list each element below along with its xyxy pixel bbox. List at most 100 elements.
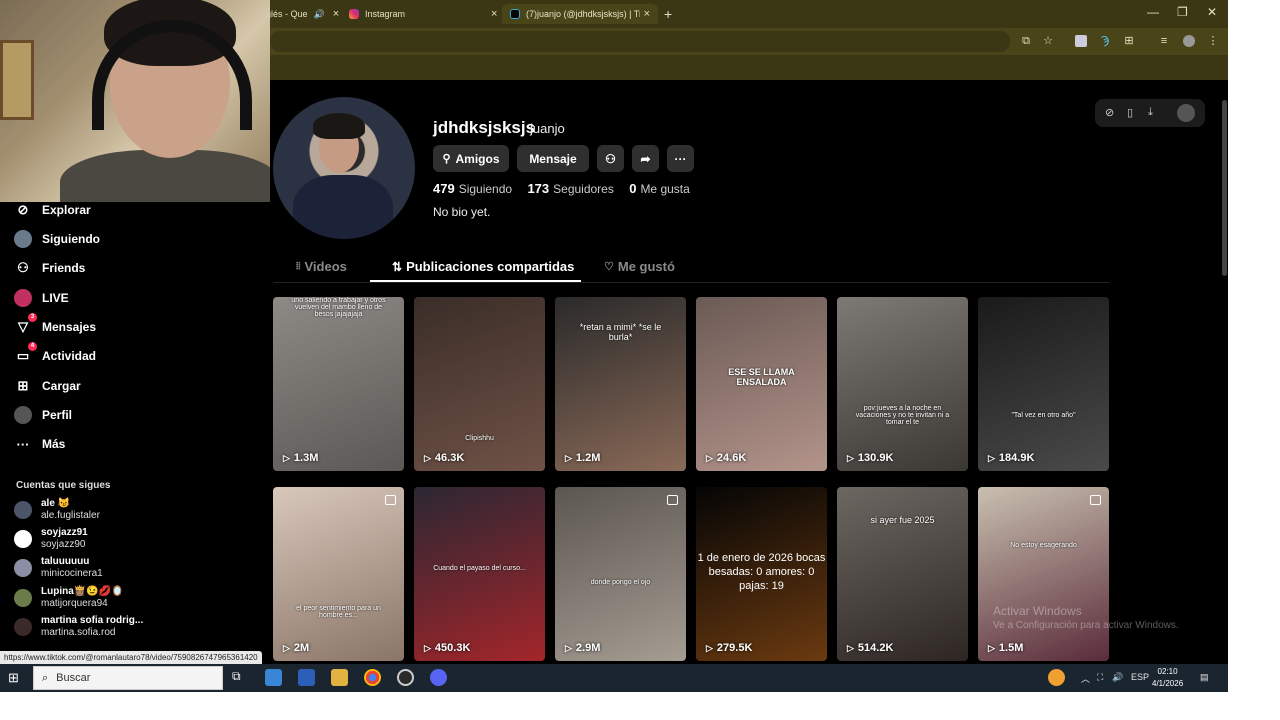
sidebar-item-actividad[interactable]: ▭ 4 Actividad (14, 342, 96, 367)
language-indicator[interactable]: ESP (1131, 672, 1149, 682)
tab-label: Instagram (365, 9, 406, 19)
sidebar-item-perfil[interactable]: Perfil (14, 404, 72, 426)
tray-app-icon[interactable]: ⛶ (1097, 672, 1103, 683)
avatar[interactable] (1177, 104, 1195, 122)
video-caption: *retan a mimi* *se le burla* (579, 322, 662, 342)
repost-icon: ⇅ (392, 259, 403, 274)
puzzle-icon[interactable]: ⊞ (1123, 35, 1135, 47)
followed-account[interactable]: Lupina👸🏽😉💋🪞 matijorquera94 (14, 585, 124, 611)
share-icon[interactable]: ➦ (632, 145, 659, 172)
video-card[interactable]: uno saliendo a trabajar y otros vuelven … (273, 297, 404, 471)
tab-tiktok[interactable]: (7)juanjo (@jdhdksjsksjs) | TikTo × (502, 4, 658, 24)
download-icon[interactable]: ⤓ (1148, 106, 1153, 119)
sidebar-item-label: LIVE (42, 291, 69, 305)
video-card[interactable]: Cuando el payaso del curso... ▷ 450.3K (414, 487, 545, 661)
new-tab-button[interactable]: + (664, 4, 672, 24)
tab-instagram[interactable]: Instagram × (349, 4, 499, 24)
view-count-value: 1.2M (575, 452, 601, 464)
avatar-body-shape (293, 175, 393, 239)
compass-icon[interactable]: ⊘ (1105, 106, 1114, 119)
minimize-icon[interactable]: — (1147, 5, 1159, 19)
file-explorer-icon[interactable] (331, 669, 348, 686)
windows-start-icon[interactable]: ⊞ (8, 670, 19, 686)
extension-icon[interactable]: Ϡ (1099, 35, 1111, 47)
followed-account[interactable]: taluuuuuu minicocinera1 (14, 555, 103, 581)
address-bar[interactable] (270, 31, 1010, 52)
star-icon[interactable]: ☆ (1042, 35, 1054, 47)
stat-followers[interactable]: 173 Seguidores (527, 181, 613, 196)
phone-icon[interactable]: ▯ (1127, 106, 1133, 119)
view-count: ▷ 130.9K (847, 452, 893, 464)
sidebar-item-live[interactable]: LIVE (14, 287, 69, 309)
video-card[interactable]: Clipishhu ▷ 46.3K (414, 297, 545, 471)
close-icon[interactable]: × (491, 8, 497, 20)
followed-account[interactable]: soyjazz91 soyjazz90 (14, 526, 88, 552)
chrome-icon[interactable] (364, 669, 381, 686)
stat-value: 173 (527, 181, 550, 196)
profile-avatar[interactable] (273, 97, 415, 239)
app-icon[interactable] (397, 669, 414, 686)
notifications-icon[interactable]: ▤ (1200, 672, 1209, 683)
sidebar-item-friends[interactable]: ⚇ Friends (14, 257, 85, 279)
message-button[interactable]: Mensaje (517, 145, 589, 172)
close-window-icon[interactable]: ✕ (1207, 5, 1217, 19)
view-count: ▷ 450.3K (424, 642, 470, 654)
sidebar-item-explorar[interactable]: ⊘ Explorar (14, 199, 91, 221)
store-icon[interactable] (265, 669, 282, 686)
account-handle: ale.fuglistaler (41, 510, 100, 521)
sidebar-item-cargar[interactable]: ⊞ Cargar (14, 375, 81, 397)
menu-icon[interactable]: ⋮ (1207, 35, 1219, 47)
stat-following[interactable]: 479 Siguiendo (433, 181, 512, 196)
restore-icon[interactable]: ❐ (1177, 5, 1188, 19)
extension-icon[interactable] (1075, 35, 1087, 47)
profile-username: jdhdksjsksjs (433, 118, 536, 137)
tray-chevron-icon[interactable]: ︿ (1081, 672, 1090, 685)
sidebar-item-mas[interactable]: ··· Más (14, 433, 66, 455)
video-card[interactable]: 1 de enero de 2026 bocas besadas: 0 amor… (696, 487, 827, 661)
tab-reposts[interactable]: ⇅ Publicaciones compartidas (392, 259, 574, 274)
tab-videos[interactable]: ⦙⦙ Videos (296, 259, 347, 274)
scrollbar[interactable] (1222, 100, 1227, 276)
video-card[interactable]: *retan a mimi* *se le burla* ▷ 1.2M (555, 297, 686, 471)
sidebar-item-siguiendo[interactable]: Siguiendo (14, 228, 100, 250)
install-icon[interactable]: ⧉ (1020, 35, 1032, 47)
add-friend-icon[interactable]: ⚇ (597, 145, 624, 172)
taskbar-clock[interactable]: 02:10 4/1/2026 (1152, 666, 1183, 690)
media-icon[interactable]: ≡ (1158, 35, 1170, 47)
activate-windows-subtitle: Ve a Configuración para activar Windows. (993, 620, 1179, 631)
video-card[interactable]: donde pongo el ojo ▷ 2.9M (555, 487, 686, 661)
video-caption: uno saliendo a trabajar y otros vuelven … (291, 297, 386, 318)
play-icon: ▷ (988, 642, 995, 653)
play-icon: ▷ (706, 642, 713, 653)
clock-time: 02:10 (1157, 667, 1178, 676)
speaker-icon[interactable]: 🔊 (314, 9, 325, 20)
screen: glés - Que 🔊 × Instagram × (7)juanjo (@j… (0, 0, 1280, 720)
clock-date: 4/1/2026 (1152, 679, 1184, 688)
sidebar-item-label: Mensajes (42, 320, 97, 334)
discord-icon[interactable] (430, 669, 447, 686)
close-icon[interactable]: × (644, 8, 650, 20)
account-name: soyjazz91 (41, 527, 88, 538)
tab-liked[interactable]: ♡ Me gustó (604, 259, 675, 274)
close-icon[interactable]: × (333, 8, 339, 20)
video-card[interactable]: el peor sentimiento para un hombre es...… (273, 487, 404, 661)
sidebar-item-mensajes[interactable]: ▽ 3 Mensajes (14, 313, 97, 338)
weather-icon[interactable] (1048, 669, 1065, 686)
view-count: ▷ 46.3K (424, 452, 464, 464)
video-card[interactable]: No estoy esagerando ▷ 1.5M (978, 487, 1109, 661)
word-icon[interactable] (298, 669, 315, 686)
video-card[interactable]: ESE SE LLAMA ENSALADA ▷ 24.6K (696, 297, 827, 471)
video-card[interactable]: pov:jueves a la noche en vacaciones y no… (837, 297, 968, 471)
volume-icon[interactable]: 🔊 (1112, 672, 1123, 683)
friends-button[interactable]: ⚲ Amigos (433, 145, 509, 172)
video-card[interactable]: "Tal vez en otro año" ▷ 184.9K (978, 297, 1109, 471)
followed-account[interactable]: martina sofia rodrig... martina.sofia.rod (14, 614, 143, 640)
profile-avatar-icon[interactable] (1183, 35, 1195, 47)
video-card[interactable]: si ayer fue 2025 ▷ 514.2K (837, 487, 968, 661)
tab-youtube[interactable]: glés - Que 🔊 × (266, 4, 342, 24)
task-view-icon[interactable]: ⧉ (232, 669, 249, 686)
more-options-icon[interactable]: ··· (667, 145, 694, 172)
video-caption: ESE SE LLAMA ENSALADA (728, 367, 795, 387)
taskbar-search[interactable]: ⌕ Buscar (33, 666, 223, 690)
followed-account[interactable]: ale 😼 ale.fuglistaler (14, 497, 100, 523)
